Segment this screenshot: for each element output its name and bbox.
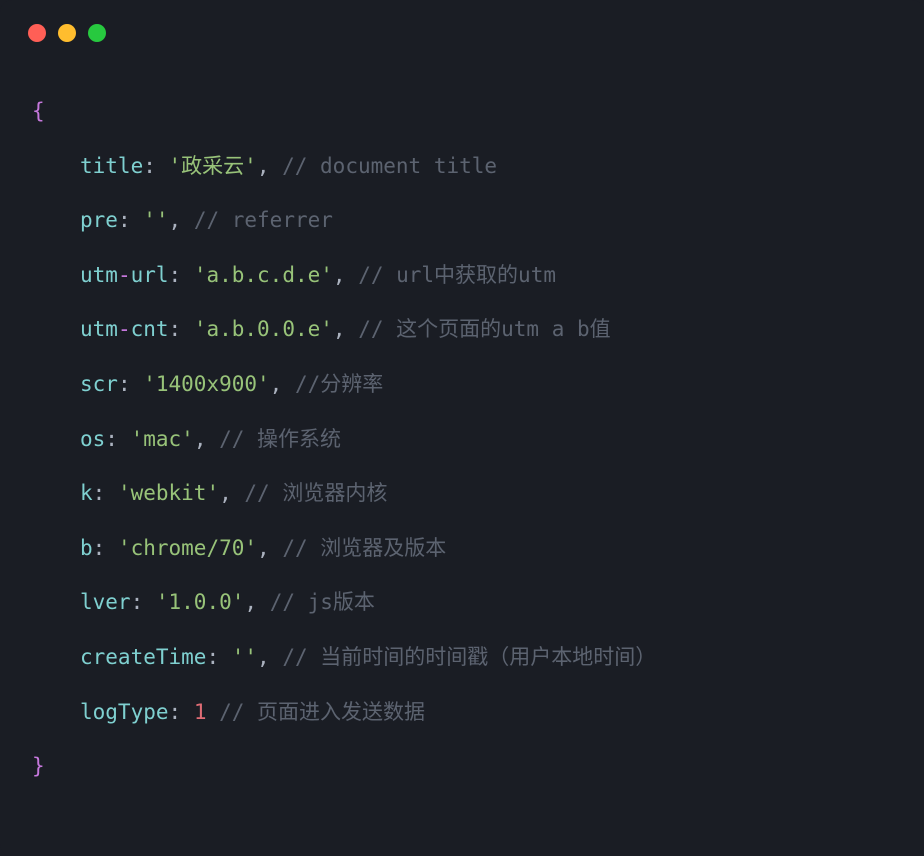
code-comment: // js版本 [270, 590, 375, 614]
close-brace: } [32, 754, 45, 778]
code-key: utm [80, 263, 118, 287]
code-comment: // 这个页面的utm a b值 [358, 317, 610, 341]
comma: , [257, 645, 282, 669]
code-value: '' [143, 208, 168, 232]
comma: , [257, 536, 282, 560]
code-key: cnt [131, 317, 169, 341]
code-key: utm [80, 317, 118, 341]
code-value: '1400x900' [143, 372, 269, 396]
code-comment: // 操作系统 [219, 427, 341, 451]
comma: , [244, 590, 269, 614]
code-key: k [80, 481, 93, 505]
colon: : [169, 263, 194, 287]
colon: : [169, 700, 194, 724]
open-brace: { [32, 99, 45, 123]
code-key: lver [80, 590, 131, 614]
maximize-icon[interactable] [88, 24, 106, 42]
colon: : [131, 590, 156, 614]
titlebar [0, 0, 924, 54]
code-line: utm-cnt: 'a.b.0.0.e', // 这个页面的utm a b值 [32, 302, 892, 357]
code-line: k: 'webkit', // 浏览器内核 [32, 466, 892, 521]
comma: , [333, 317, 358, 341]
comma: , [270, 372, 295, 396]
code-value-number: 1 [194, 700, 207, 724]
code-line: os: 'mac', // 操作系统 [32, 412, 892, 467]
close-icon[interactable] [28, 24, 46, 42]
code-line: lver: '1.0.0', // js版本 [32, 575, 892, 630]
code-comment: // 页面进入发送数据 [219, 700, 425, 724]
code-value: '政采云' [169, 154, 257, 178]
comma: , [219, 481, 244, 505]
code-comment: // referrer [194, 208, 333, 232]
colon: : [169, 317, 194, 341]
comma: , [169, 208, 194, 232]
code-key: os [80, 427, 105, 451]
code-line: title: '政采云', // document title [32, 139, 892, 194]
dash: - [118, 263, 131, 287]
comma: , [333, 263, 358, 287]
code-line: scr: '1400x900', //分辨率 [32, 357, 892, 412]
code-value: '' [232, 645, 257, 669]
colon: : [105, 427, 130, 451]
code-comment: // url中获取的utm [358, 263, 556, 287]
code-line: pre: '', // referrer [32, 193, 892, 248]
code-key: url [131, 263, 169, 287]
colon: : [206, 645, 231, 669]
code-value: '1.0.0' [156, 590, 245, 614]
code-key: createTime [80, 645, 206, 669]
code-value: 'a.b.c.d.e' [194, 263, 333, 287]
colon: : [93, 536, 118, 560]
code-key: scr [80, 372, 118, 396]
code-comment: // 浏览器内核 [244, 481, 387, 505]
code-key: title [80, 154, 143, 178]
code-window: { title: '政采云', // document titlepre: ''… [0, 0, 924, 856]
code-block: { title: '政采云', // document titlepre: ''… [0, 54, 924, 824]
code-key: logType [80, 700, 169, 724]
comma: , [257, 154, 282, 178]
colon: : [118, 208, 143, 232]
dash: - [118, 317, 131, 341]
code-value: 'a.b.0.0.e' [194, 317, 333, 341]
code-line: b: 'chrome/70', // 浏览器及版本 [32, 521, 892, 576]
code-comment: //分辨率 [295, 372, 383, 396]
code-comment: // document title [282, 154, 497, 178]
code-value: 'webkit' [118, 481, 219, 505]
code-key: b [80, 536, 93, 560]
colon: : [143, 154, 168, 178]
code-line: createTime: '', // 当前时间的时间戳（用户本地时间） [32, 630, 892, 685]
code-comment: // 当前时间的时间戳（用户本地时间） [282, 645, 656, 669]
code-comment: // 浏览器及版本 [282, 536, 446, 560]
code-value: 'chrome/70' [118, 536, 257, 560]
code-value: 'mac' [131, 427, 194, 451]
minimize-icon[interactable] [58, 24, 76, 42]
colon: : [93, 481, 118, 505]
code-line: logType: 1 // 页面进入发送数据 [32, 685, 892, 740]
code-line: utm-url: 'a.b.c.d.e', // url中获取的utm [32, 248, 892, 303]
comma: , [194, 427, 219, 451]
colon: : [118, 372, 143, 396]
code-key: pre [80, 208, 118, 232]
